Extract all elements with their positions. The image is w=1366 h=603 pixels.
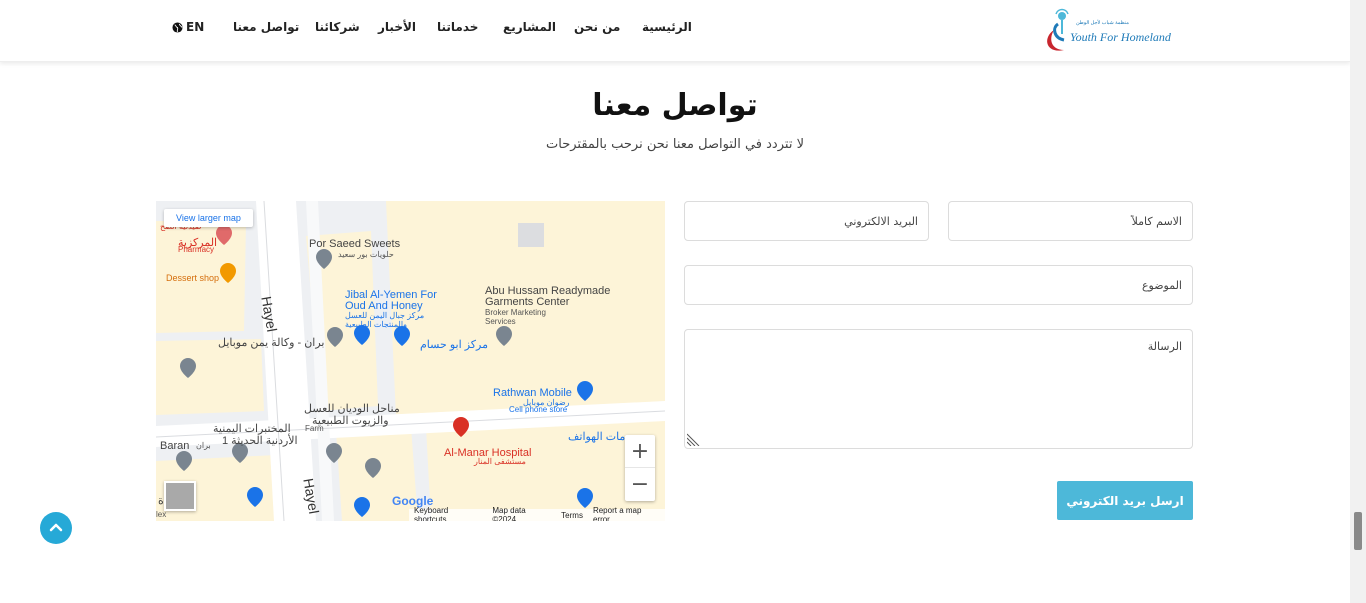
email-field-wrapper bbox=[684, 201, 929, 241]
nav-contact[interactable]: تواصل معنا bbox=[233, 20, 299, 34]
map-data-text: Map data ©2024 bbox=[492, 506, 526, 521]
map-label-cell-phone: Cell phone store bbox=[509, 405, 568, 414]
nav-projects[interactable]: المشاريع bbox=[503, 20, 556, 34]
full-name-field-wrapper bbox=[948, 201, 1193, 241]
map-label-abu-hussam-ar: مركز ابو حسام bbox=[420, 339, 488, 351]
map-label-abu-hussam-2: Garments Center bbox=[485, 296, 570, 308]
map-label-por-saeed-ar: حلويات بور سعيد bbox=[338, 250, 394, 259]
zoom-in-button[interactable]: + bbox=[625, 435, 655, 468]
map-label-edge-a: ة bbox=[158, 495, 164, 507]
map-label-labs-2: الأردنية الحديثة 1 bbox=[222, 435, 298, 447]
nav-services[interactable]: خدماتنا bbox=[437, 20, 478, 34]
message-textarea[interactable] bbox=[685, 330, 1192, 448]
terms-link[interactable]: Terms bbox=[561, 511, 583, 520]
nav-about[interactable]: من نحن bbox=[574, 20, 620, 34]
map-canvas bbox=[156, 201, 665, 521]
svg-text:منظمة شباب لأجل الوطن: منظمة شباب لأجل الوطن bbox=[1076, 18, 1129, 26]
map-label-baran-agency: بران - وكالة يمن موبايل bbox=[218, 337, 325, 349]
scrollbar-thumb[interactable] bbox=[1354, 512, 1362, 550]
message-field-wrapper bbox=[684, 329, 1193, 449]
embedded-map[interactable]: Por Saeed Sweets حلويات بور سعيد Jibal A… bbox=[156, 201, 665, 521]
zoom-out-button[interactable]: − bbox=[625, 468, 655, 501]
map-label-labs-1: المختبرات اليمنية bbox=[213, 423, 291, 435]
map-label-dessert: Dessert shop bbox=[166, 273, 220, 283]
subject-field-wrapper bbox=[684, 265, 1193, 305]
view-larger-map-link[interactable]: View larger map bbox=[164, 209, 253, 227]
map-label-pharmacy-en: Pharmacy bbox=[178, 245, 215, 254]
map-label-broker-2: Services bbox=[485, 317, 516, 326]
page-subtitle: لا تتردد في التواصل معنا نحن نرحب بالمقت… bbox=[546, 137, 804, 152]
map-label-phones: مات الهواتف bbox=[568, 431, 626, 443]
email-input[interactable] bbox=[685, 202, 928, 240]
globe-icon bbox=[172, 21, 183, 33]
map-zoom-control: + − bbox=[625, 435, 655, 501]
keyboard-shortcuts-link[interactable]: Keyboard shortcuts bbox=[414, 506, 482, 521]
nav-partners[interactable]: شركائنا bbox=[315, 20, 360, 34]
street-view-thumbnail[interactable] bbox=[164, 481, 196, 511]
language-label: EN bbox=[186, 20, 205, 34]
chevron-up-icon bbox=[49, 523, 63, 532]
site-logo[interactable]: منظمة شباب لأجل الوطن Youth For Homeland bbox=[1040, 4, 1176, 54]
send-email-button[interactable]: ارسل بريد الكتروني bbox=[1057, 481, 1193, 520]
page-title: تواصل معنا bbox=[592, 88, 758, 123]
map-label-baran-ar: بران bbox=[196, 441, 211, 450]
map-label-manahel-1: مناحل الوديان للعسل bbox=[304, 403, 400, 415]
logo-text: Youth For Homeland bbox=[1070, 30, 1172, 44]
map-footer: Keyboard shortcuts Map data ©2024 Terms … bbox=[409, 506, 665, 521]
map-label-hospital-ar: مستشفى المنار bbox=[474, 457, 526, 466]
resize-grip-icon[interactable] bbox=[687, 432, 701, 446]
report-map-error-link[interactable]: Report a map error bbox=[593, 506, 660, 521]
map-label-por-saeed: Por Saeed Sweets bbox=[309, 238, 401, 250]
subject-input[interactable] bbox=[685, 266, 1192, 304]
language-switch[interactable]: EN bbox=[172, 20, 204, 34]
nav-home[interactable]: الرئيسية bbox=[642, 20, 692, 34]
site-header: منظمة شباب لأجل الوطن Youth For Homeland… bbox=[0, 0, 1350, 62]
map-label-jibal-ar-2: والمنتجات الطبيعية bbox=[345, 320, 407, 329]
map-label-edge-b: lex bbox=[156, 510, 167, 519]
map-label-farm: Farm bbox=[305, 424, 324, 433]
back-to-top-button[interactable] bbox=[40, 512, 72, 544]
page-scrollbar[interactable] bbox=[1350, 0, 1366, 603]
nav-news[interactable]: الأخبار bbox=[378, 20, 416, 34]
full-name-input[interactable] bbox=[949, 202, 1192, 240]
map-label-baran: Baran bbox=[160, 440, 190, 452]
